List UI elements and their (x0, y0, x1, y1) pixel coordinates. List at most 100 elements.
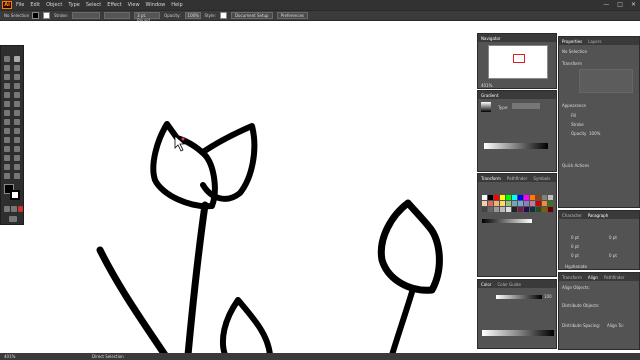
preferences-button[interactable]: Preferences (276, 12, 309, 19)
tab-symbols[interactable]: Symbols (533, 176, 550, 181)
color-swatch[interactable] (494, 195, 499, 200)
color-swatch[interactable] (518, 195, 523, 200)
width-tool-icon[interactable] (4, 119, 10, 125)
color-swatch[interactable] (542, 201, 547, 206)
gradient-tool-icon[interactable] (14, 137, 20, 143)
tab-layers[interactable]: Layers (588, 39, 601, 44)
menu-object[interactable]: Object (46, 2, 62, 8)
color-swatch[interactable] (548, 201, 553, 206)
fill-swatch[interactable] (32, 12, 39, 19)
gradient-slider[interactable] (484, 143, 548, 149)
color-swatch[interactable] (524, 207, 529, 212)
tab-color[interactable]: Color (481, 282, 491, 287)
perspective-grid-tool-icon[interactable] (14, 128, 20, 134)
tab-properties[interactable]: Properties (562, 39, 582, 44)
variable-width-field[interactable] (104, 12, 131, 19)
navigator-view-box[interactable] (513, 54, 525, 63)
tab-align[interactable]: Align (588, 275, 598, 280)
color-swatch[interactable] (548, 195, 553, 200)
tab-gradient[interactable]: Gradient (481, 93, 498, 98)
stroke-swatch[interactable] (43, 12, 50, 19)
color-spectrum[interactable] (482, 330, 554, 336)
opacity-value-props[interactable]: 100% (589, 131, 600, 136)
stroke-weight-field[interactable] (72, 12, 101, 19)
color-swatch[interactable] (530, 201, 535, 206)
color-swatch[interactable] (506, 201, 511, 206)
type-tool-icon[interactable] (4, 83, 10, 89)
color-swatch[interactable] (500, 201, 505, 206)
color-swatch[interactable] (512, 195, 517, 200)
style-swatch[interactable] (219, 12, 227, 19)
color-swatch[interactable] (500, 195, 505, 200)
color-swatch[interactable] (536, 201, 541, 206)
indent-right-value[interactable]: 0 pt (609, 235, 617, 240)
gradient-preview[interactable] (481, 102, 491, 112)
color-swatch[interactable] (482, 207, 487, 212)
color-swatch[interactable] (524, 201, 529, 206)
hand-tool-icon[interactable] (4, 173, 10, 179)
line-tool-icon[interactable] (14, 83, 20, 89)
stroke-color-box[interactable] (10, 190, 20, 200)
direct-selection-tool-icon[interactable] (14, 56, 20, 62)
status-zoom[interactable]: 401% (4, 354, 15, 359)
navigator-thumbnail[interactable] (488, 45, 548, 79)
opacity-field[interactable]: 100% (184, 12, 201, 19)
screen-mode-icon[interactable] (9, 216, 17, 222)
color-swatch[interactable] (488, 207, 493, 212)
first-line-value[interactable]: 0 pt (571, 244, 579, 249)
tab-transform[interactable]: Transform (481, 176, 501, 181)
zoom-tool-icon[interactable] (14, 173, 20, 179)
color-swatch[interactable] (518, 201, 523, 206)
mesh-tool-icon[interactable] (4, 137, 10, 143)
color-slider[interactable] (496, 295, 542, 299)
color-swatch[interactable] (530, 207, 535, 212)
tab-pathfinder[interactable]: Pathfinder (507, 176, 528, 181)
document-setup-button[interactable]: Document Setup (230, 12, 273, 19)
color-swatch[interactable] (536, 207, 541, 212)
menu-help[interactable]: Help (171, 2, 182, 8)
navigator-zoom[interactable]: 401% (481, 83, 492, 88)
blend-tool-icon[interactable] (14, 146, 20, 152)
pen-tool-icon[interactable] (4, 74, 10, 80)
color-swatch[interactable] (506, 207, 511, 212)
selection-tool-icon[interactable] (4, 56, 10, 62)
color-swatch[interactable] (482, 201, 487, 206)
tab-navigator[interactable]: Navigator (481, 36, 501, 41)
rectangle-tool-icon[interactable] (4, 92, 10, 98)
color-swatch[interactable] (506, 195, 511, 200)
lasso-tool-icon[interactable] (14, 65, 20, 71)
color-swatch[interactable] (488, 201, 493, 206)
eyedropper-tool-icon[interactable] (4, 146, 10, 152)
tab-paragraph[interactable]: Paragraph (588, 213, 609, 218)
color-swatch[interactable] (512, 207, 517, 212)
none-mode-icon[interactable] (18, 206, 23, 212)
color-swatch[interactable] (530, 195, 535, 200)
color-value[interactable]: 100 (544, 294, 552, 299)
menu-type[interactable]: Type (68, 2, 79, 8)
color-mode-icon[interactable] (4, 206, 10, 212)
tab-color-guide[interactable]: Color Guide (497, 282, 520, 287)
menu-view[interactable]: View (128, 2, 140, 8)
color-swatch[interactable] (536, 195, 541, 200)
tab-character[interactable]: Character (562, 213, 582, 218)
menu-select[interactable]: Select (86, 2, 101, 8)
gradient-mode-icon[interactable] (11, 206, 17, 212)
hyphenate-checkbox[interactable]: Hyphenate (565, 264, 587, 269)
artboard-tool-icon[interactable] (4, 164, 10, 170)
space-after-value[interactable]: 0 pt (609, 253, 617, 258)
maximize-button[interactable]: □ (617, 1, 623, 8)
pencil-tool-icon[interactable] (4, 101, 10, 107)
rotate-tool-icon[interactable] (4, 110, 10, 116)
eraser-tool-icon[interactable] (14, 101, 20, 107)
color-swatch[interactable] (500, 207, 505, 212)
graph-tool-icon[interactable] (14, 155, 20, 161)
slice-tool-icon[interactable] (14, 164, 20, 170)
color-swatch[interactable] (494, 201, 499, 206)
scale-tool-icon[interactable] (14, 110, 20, 116)
shape-builder-tool-icon[interactable] (4, 128, 10, 134)
menu-file[interactable]: File (16, 2, 24, 8)
color-swatch[interactable] (542, 195, 547, 200)
gray-swatch-row[interactable] (482, 219, 532, 223)
color-swatch[interactable] (488, 195, 493, 200)
tab-transform-align[interactable]: Transform (562, 275, 582, 280)
